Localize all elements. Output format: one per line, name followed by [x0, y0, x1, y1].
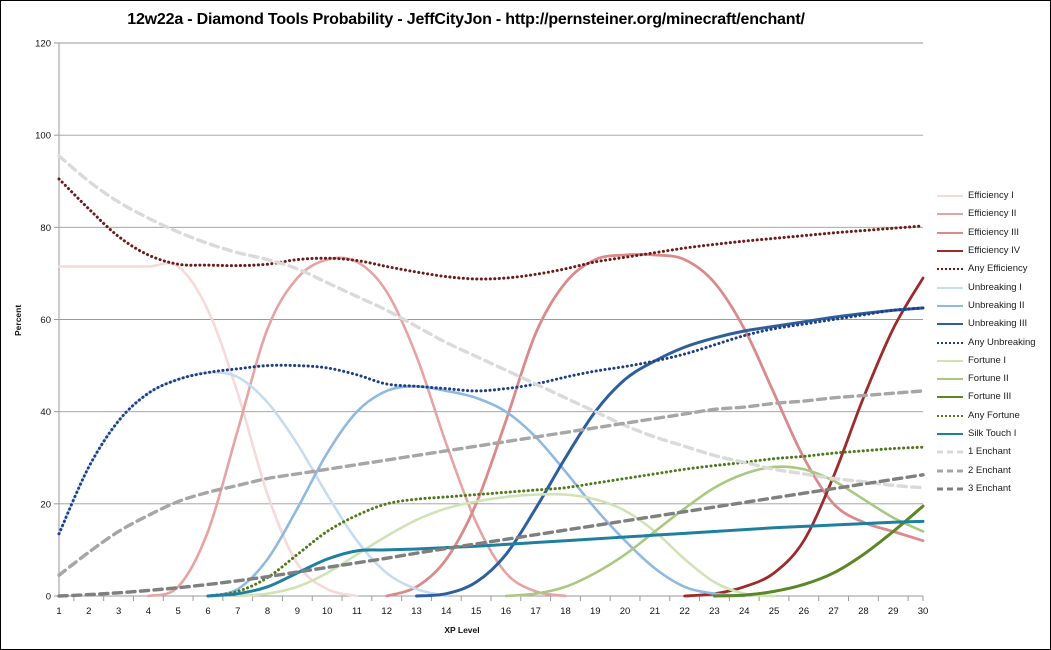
- x-tick-label: 29: [888, 606, 899, 617]
- x-tick-label: 14: [441, 606, 452, 617]
- legend-swatch-icon: [937, 338, 963, 348]
- x-tick-label: 25: [769, 606, 780, 617]
- legend-swatch-icon: [937, 319, 963, 329]
- legend-item-efficiency-i[interactable]: Efficiency I: [937, 187, 1049, 205]
- x-tick-label: 26: [799, 606, 810, 617]
- x-tick-label: 24: [739, 606, 750, 617]
- legend-item-label: Any Efficiency: [968, 263, 1028, 275]
- legend-item-2-enchant[interactable]: 2 Enchant: [937, 461, 1049, 479]
- legend-item-fortune-i[interactable]: Fortune I: [937, 352, 1049, 370]
- y-tick-label: 120: [35, 39, 51, 50]
- y-axis-title: Percent: [13, 304, 23, 336]
- legend-item-label: Efficiency IV: [968, 245, 1021, 257]
- x-axis-title: XP Level: [444, 625, 480, 635]
- legend-swatch-icon: [937, 283, 963, 293]
- x-tick-label: 1: [56, 606, 61, 617]
- legend-item-label: Efficiency III: [968, 226, 1020, 238]
- legend-item-1-enchant[interactable]: 1 Enchant: [937, 443, 1049, 461]
- legend-swatch-icon: [937, 356, 963, 366]
- legend-swatch-icon: [937, 411, 963, 421]
- x-tick-label: 20: [620, 606, 631, 617]
- legend-item-label: Unbreaking III: [968, 318, 1028, 330]
- legend-item-efficiency-iv[interactable]: Efficiency IV: [937, 242, 1049, 260]
- legend-item-unbreaking-ii[interactable]: Unbreaking II: [937, 297, 1049, 315]
- legend-swatch-icon: [937, 191, 963, 201]
- x-tick-label: 22: [679, 606, 690, 617]
- x-tick-label: 17: [530, 606, 541, 617]
- x-tick-label: 13: [411, 606, 422, 617]
- x-tick-label: 19: [590, 606, 601, 617]
- legend-swatch-icon: [937, 466, 963, 476]
- x-tick-label: 11: [352, 606, 362, 617]
- legend-swatch-icon: [937, 447, 963, 457]
- y-tick-label: 80: [40, 223, 51, 234]
- legend-swatch-icon: [937, 228, 963, 238]
- legend-item-label: Unbreaking II: [968, 299, 1025, 311]
- x-tick-label: 15: [471, 606, 482, 617]
- legend-item-label: Silk Touch I: [968, 428, 1017, 439]
- legend-item-label: Fortune III: [968, 391, 1012, 403]
- y-tick-label: 40: [40, 407, 51, 418]
- legend-item-3-enchant[interactable]: 3 Enchant: [937, 480, 1049, 498]
- legend-item-any-efficiency[interactable]: Any Efficiency: [937, 260, 1049, 278]
- x-tick-label: 6: [205, 606, 210, 617]
- x-tick-label: 3: [116, 606, 121, 617]
- x-tick-label: 27: [828, 606, 839, 617]
- x-tick-label: 5: [176, 606, 181, 617]
- legend-swatch-icon: [937, 246, 963, 256]
- legend-item-efficiency-iii[interactable]: Efficiency III: [937, 224, 1049, 242]
- chart-plot-area: 0204060801001201 2 3 4 5 6 7 8 9 10 11 12 13 14 15 16 17…: [35, 39, 929, 618]
- legend-swatch-icon: [937, 301, 963, 311]
- legend-item-label: Fortune II: [968, 373, 1009, 385]
- x-tick-label: 4: [146, 606, 151, 617]
- legend-item-label: Efficiency II: [968, 208, 1017, 220]
- legend-swatch-icon: [937, 429, 963, 439]
- legend-item-fortune-iii[interactable]: Fortune III: [937, 388, 1049, 406]
- y-tick-label: 60: [40, 315, 51, 326]
- x-tick-label: 16: [501, 606, 512, 617]
- x-tick-label: 12: [381, 606, 392, 617]
- legend-item-unbreaking-iii[interactable]: Unbreaking III: [937, 315, 1049, 333]
- x-tick-label: 2: [86, 606, 91, 617]
- legend-item-label: Any Fortune: [968, 409, 1020, 421]
- x-tick-label: 28: [858, 606, 869, 617]
- legend-item-label: 3 Enchant: [968, 482, 1011, 494]
- legend-swatch-icon: [937, 484, 963, 494]
- chart-screenshot: 12w22a - Diamond Tools Probability - Jef…: [0, 0, 1051, 650]
- x-tick-label: 9: [295, 606, 300, 617]
- y-tick-label: 0: [46, 592, 51, 603]
- y-tick-label: 20: [40, 499, 51, 510]
- y-tick-label: 100: [35, 131, 51, 142]
- legend-item-label: Any Unbreaking: [968, 336, 1036, 348]
- x-tick-label: 30: [918, 606, 929, 617]
- legend-item-label: 2 Enchant: [968, 464, 1011, 476]
- x-tick-label: 23: [709, 606, 720, 617]
- legend-item-label: Unbreaking I: [968, 281, 1022, 293]
- legend-item-label: Efficiency I: [968, 190, 1014, 202]
- legend-swatch-icon: [937, 392, 963, 402]
- x-tick-label: 8: [265, 606, 270, 617]
- legend-swatch-icon: [937, 209, 963, 219]
- legend-item-unbreaking-i[interactable]: Unbreaking I: [937, 278, 1049, 296]
- x-tick-label: 21: [650, 606, 661, 617]
- x-tick-label: 10: [322, 606, 333, 617]
- legend-item-silk-touch-i[interactable]: Silk Touch I: [937, 425, 1049, 443]
- legend-item-any-fortune[interactable]: Any Fortune: [937, 407, 1049, 425]
- legend-swatch-icon: [937, 264, 963, 274]
- legend-swatch-icon: [937, 374, 963, 384]
- legend-item-any-unbreaking[interactable]: Any Unbreaking: [937, 333, 1049, 351]
- legend-item-efficiency-ii[interactable]: Efficiency II: [937, 205, 1049, 223]
- legend-item-fortune-ii[interactable]: Fortune II: [937, 370, 1049, 388]
- x-tick-label: 7: [235, 606, 240, 617]
- legend-item-label: 1 Enchant: [968, 446, 1011, 458]
- x-tick-label: 18: [560, 606, 571, 617]
- chart-legend: Efficiency I Efficiency II Efficiency III E…: [937, 187, 1049, 498]
- legend-item-label: Fortune I: [968, 354, 1007, 366]
